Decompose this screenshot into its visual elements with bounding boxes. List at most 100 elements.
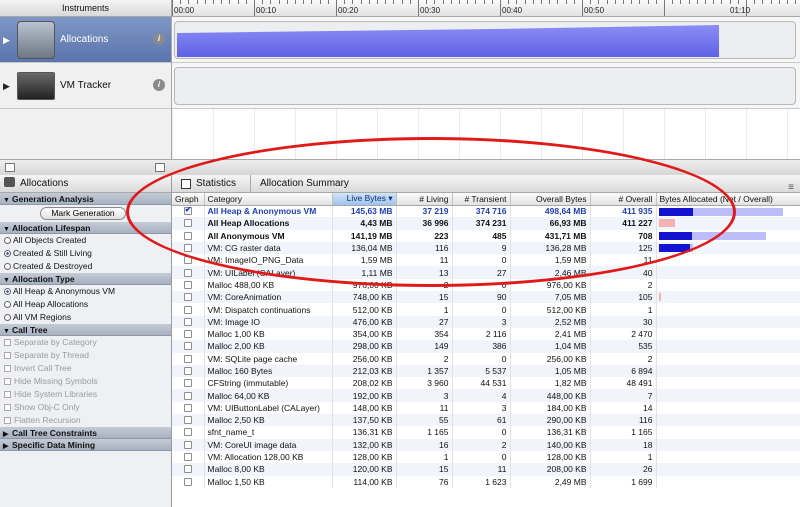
graph-checkbox[interactable] [183, 305, 192, 314]
allocations-track[interactable] [172, 17, 800, 63]
table-row[interactable]: VM: Image IO 476,00 KB 27 3 2,52 MB 30 [172, 315, 800, 328]
breadcrumb-statistics[interactable]: Statistics [196, 175, 236, 193]
graph-checkbox[interactable] [183, 428, 192, 437]
table-row[interactable]: sfnt_name_t 136,31 KB 1 165 0 136,31 KB 1 165 [172, 426, 800, 439]
graph-checkbox[interactable] [183, 317, 192, 326]
disclosure-triangle-icon[interactable]: ▶ [3, 81, 10, 92]
graph-checkbox[interactable] [183, 440, 192, 449]
ruler-tick [615, 0, 616, 4]
table-row[interactable]: CFString (immutable) 208,02 KB 3 960 44 531… [172, 377, 800, 390]
radio-created-still-living[interactable]: Created & Still Living [0, 247, 171, 260]
toggle-right-icon[interactable] [155, 163, 165, 172]
vm-tracker-track[interactable] [172, 63, 800, 109]
table-row[interactable]: Malloc 2,50 KB 137,50 KB 55 61 290,00 KB 116 [172, 414, 800, 427]
checkbox-separate-by-thread[interactable]: Separate by Thread [0, 349, 171, 362]
table-row[interactable]: VM: CoreAnimation 748,00 KB 15 90 7,05 MB 105 [172, 291, 800, 304]
graph-checkbox[interactable] [183, 465, 192, 474]
column-header-transient[interactable]: # Transient [452, 193, 511, 206]
column-header-overall-bytes[interactable]: Overall Bytes [510, 193, 591, 206]
disclosure-triangle-icon[interactable]: ▶ [3, 35, 10, 46]
table-row[interactable]: VM: Dispatch continuations 512,00 KB 1 0 512… [172, 303, 800, 316]
graph-checkbox[interactable] [183, 256, 192, 265]
breadcrumb-allocation-summary[interactable]: Allocation Summary [260, 175, 349, 193]
table-row[interactable]: VM: SQLite page cache 256,00 KB 2 0 256,00 K… [172, 352, 800, 365]
instrument-vm-tracker[interactable]: ▶ VM Tracker i [0, 63, 171, 109]
column-header-overall[interactable]: # Overall [590, 193, 657, 206]
table-row[interactable]: VM: CoreUI image data 132,00 KB 16 2 140,00 … [172, 438, 800, 451]
graph-checkbox[interactable] [183, 453, 192, 462]
transient-cell: 0 [452, 254, 511, 267]
column-header-bytes-allocated[interactable]: Bytes Allocated (Net / Overall) [656, 193, 800, 206]
table-row[interactable]: VM: UIButtonLabel (CALayer) 148,00 KB 11 3 1… [172, 401, 800, 415]
table-row[interactable]: Malloc 1,50 KB 114,00 KB 76 1 623 2,49 MB 1 6… [172, 475, 800, 488]
table-row[interactable]: Malloc 2,00 KB 298,00 KB 149 386 1,04 MB 535 [172, 340, 800, 353]
radio-all-heap-allocations[interactable]: All Heap Allocations [0, 298, 171, 311]
ruler-tick [541, 0, 542, 4]
menu-lines-icon[interactable]: ≡ [788, 179, 794, 197]
section-call-tree-constraints[interactable]: ▶ Call Tree Constraints [0, 427, 171, 439]
graph-checkbox[interactable] [183, 268, 192, 277]
table-row[interactable]: Malloc 160 Bytes 212,03 KB 1 357 5 537 1,05 … [172, 364, 800, 378]
checkbox-flatten-recursion[interactable]: Flatten Recursion [0, 414, 171, 427]
radio-created-destroyed[interactable]: Created & Destroyed [0, 260, 171, 273]
column-header-category[interactable]: Category [204, 193, 333, 206]
table-row[interactable]: Malloc 64,00 KB 192,00 KB 3 4 448,00 KB 7 [172, 389, 800, 402]
graph-checkbox[interactable] [183, 342, 192, 351]
table-row[interactable]: VM: ImageIO_PNG_Data 1,59 MB 11 0 1,59 MB 11 [172, 254, 800, 267]
graph-checkbox[interactable] [183, 219, 192, 228]
grid-view-icon[interactable] [181, 179, 191, 189]
detail-view: Statistics Allocation Summary ≡ Graph Ca… [172, 175, 800, 507]
column-header-living[interactable]: # Living [396, 193, 453, 206]
checkbox-show-objc-only[interactable]: Show Obj-C Only [0, 401, 171, 414]
graph-checkbox[interactable] [183, 354, 192, 363]
timeline-ruler[interactable]: 00:00 00:10 00:20 00:30 00:40 00:50 01:10 [172, 0, 800, 17]
graph-checkbox[interactable] [183, 391, 192, 400]
radio-all-vm-regions[interactable]: All VM Regions [0, 311, 171, 324]
section-generation-analysis[interactable]: ▼ Generation Analysis [0, 193, 171, 205]
column-header-live-bytes[interactable]: Live Bytes ▾ [332, 193, 397, 206]
graph-checkbox[interactable] [183, 367, 192, 375]
ruler-tick [311, 0, 312, 4]
graph-checkbox[interactable] [183, 231, 192, 240]
graph-checkbox[interactable] [183, 244, 192, 253]
column-header-graph[interactable]: Graph [172, 193, 205, 206]
graph-checkbox[interactable] [183, 293, 192, 302]
checkbox-hide-missing-symbols[interactable]: Hide Missing Symbols [0, 375, 171, 388]
table-row[interactable]: VM: CG raster data 136,04 MB 116 9 136,28 MB… [172, 241, 800, 255]
section-call-tree[interactable]: ▼ Call Tree [0, 324, 171, 336]
track-gridline [459, 109, 460, 159]
graph-checkbox[interactable] [183, 403, 192, 412]
table-row[interactable]: All Heap & Anonymous VM145,63 MB37 21937… [172, 205, 800, 218]
table-row[interactable]: Malloc 488,00 KB 976,00 KB 2 0 976,00 KB 2 [172, 278, 800, 292]
info-icon[interactable]: i [153, 33, 165, 45]
section-title: Generation Analysis [12, 194, 94, 204]
table-row[interactable]: Malloc 1,00 KB 354,00 KB 354 2 116 2,41 MB 2 … [172, 327, 800, 341]
checkbox-hide-system-libraries[interactable]: Hide System Libraries [0, 388, 171, 401]
section-allocation-type[interactable]: ▼ Allocation Type [0, 273, 171, 285]
graph-checkbox[interactable] [183, 330, 192, 339]
radio-all-heap-anonymous-vm[interactable]: All Heap & Anonymous VM [0, 285, 171, 298]
overall-cell: 116 [590, 414, 657, 427]
instrument-allocations[interactable]: ▶ Allocations i [0, 17, 171, 63]
graph-checkbox[interactable] [183, 379, 192, 388]
section-allocation-lifespan[interactable]: ▼ Allocation Lifespan [0, 222, 171, 234]
live-bytes-cell: 212,03 KB [332, 364, 397, 378]
table-row[interactable]: VM: Allocation 128,00 KB 128,00 KB 1 0 128,0… [172, 450, 800, 464]
graph-checkbox[interactable] [183, 205, 192, 216]
table-row[interactable]: Malloc 8,00 KB 120,00 KB 15 11 208,00 KB 26 [172, 463, 800, 476]
table-row[interactable]: All Heap Allocations 4,43 MB 36 996 374 231… [172, 217, 800, 230]
graph-checkbox[interactable] [183, 416, 192, 425]
track-area[interactable] [172, 17, 800, 159]
checkbox-separate-by-category[interactable]: Separate by Category [0, 336, 171, 349]
radio-all-objects-created[interactable]: All Objects Created [0, 234, 171, 247]
info-icon[interactable]: i [153, 79, 165, 91]
table-row[interactable]: All Anonymous VM 141,19 MB 223 485 431,71 MB… [172, 229, 800, 242]
graph-checkbox[interactable] [183, 477, 192, 486]
mark-generation-button[interactable]: Mark Generation [40, 207, 126, 220]
checkbox-invert-call-tree[interactable]: Invert Call Tree [0, 362, 171, 375]
ruler-tick [639, 0, 640, 4]
table-row[interactable]: VM: UILabel (CALayer) 1,11 MB 13 27 2,46 MB 4… [172, 266, 800, 279]
toggle-left-icon[interactable] [5, 163, 15, 172]
section-specific-data-mining[interactable]: ▶ Specific Data Mining [0, 439, 171, 451]
graph-checkbox[interactable] [183, 280, 192, 289]
